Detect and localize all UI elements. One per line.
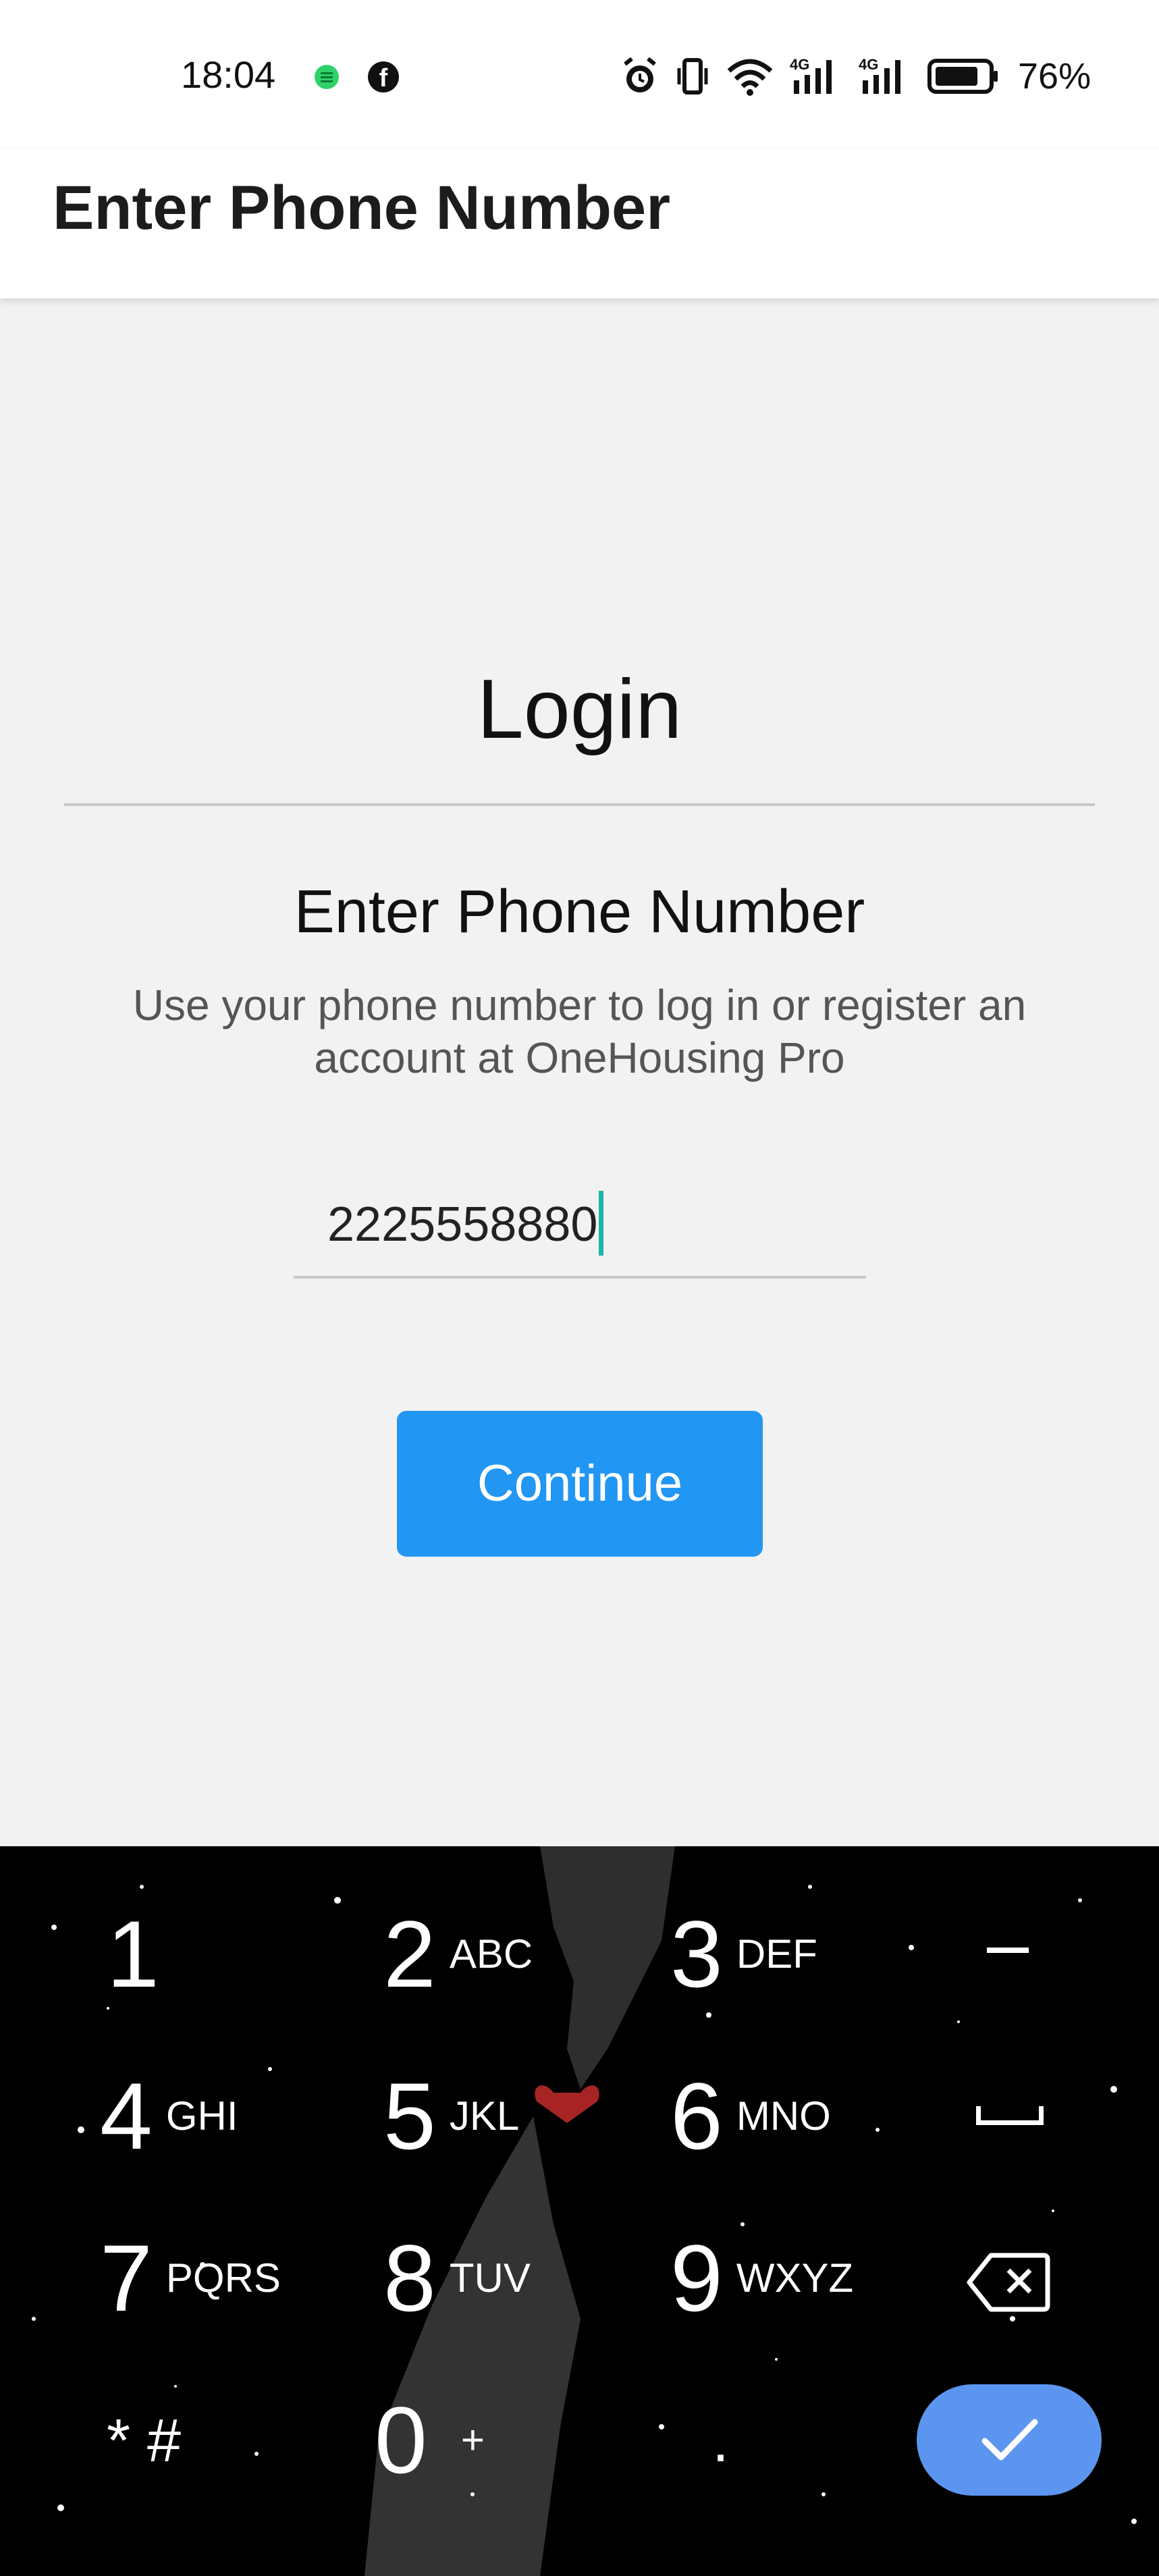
key-3[interactable]: 3 DEF — [670, 1907, 817, 2002]
spotify-icon — [315, 65, 339, 89]
key-dash[interactable] — [987, 1948, 1029, 1953]
alarm-icon — [624, 57, 656, 92]
continue-button[interactable]: Continue — [397, 1411, 763, 1557]
status-time: 18:04 — [181, 53, 276, 96]
key-5[interactable]: 5 JKL — [383, 2069, 519, 2164]
facebook-icon: f — [368, 61, 399, 92]
svg-text:4G: 4G — [859, 56, 878, 73]
signal-4g-icon: 4G — [790, 56, 832, 94]
page-title: Enter Phone Number — [53, 173, 671, 242]
battery-icon — [927, 59, 998, 94]
enter-phone-heading: Enter Phone Number — [294, 878, 865, 946]
key-2[interactable]: 2 ABC — [383, 1907, 533, 2002]
confirm-button[interactable] — [917, 2384, 1102, 2496]
key-4[interactable]: 4 GHI — [100, 2069, 238, 2164]
key-8[interactable]: 8 TUV — [383, 2231, 531, 2326]
signal-4g-icon: 4G — [859, 56, 900, 94]
key-space[interactable] — [976, 2106, 1044, 2125]
phone-number-input[interactable]: 2225558880 — [294, 1181, 866, 1279]
status-bar: 18:04 f 4G 4G 76% — [0, 0, 1159, 149]
vibrate-icon — [677, 58, 708, 95]
battery-percent: 76% — [1018, 56, 1091, 97]
divider — [64, 803, 1095, 806]
backspace-icon[interactable] — [967, 2251, 1050, 2313]
key-0[interactable]: 0 + — [375, 2393, 485, 2488]
key-dot[interactable]: . — [712, 2407, 729, 2476]
key-1[interactable]: 1 — [107, 1907, 159, 2002]
text-cursor — [599, 1191, 604, 1256]
numeric-keyboard: 1 2 ABC 3 DEF 4 GHI 5 JKL 6 MNO 7 PQRS 8 TUV 9W… — [0, 1846, 1159, 2576]
wifi-icon — [727, 59, 773, 96]
key-star-hash[interactable]: * # — [107, 2407, 181, 2476]
checkmark-icon — [981, 2419, 1038, 2461]
login-heading: Login — [477, 663, 682, 756]
status-icons: 4G 4G 76% — [621, 53, 1091, 100]
login-description: Use your phone number to log in or regis… — [132, 981, 1027, 1082]
phone-input-value[interactable]: 2225558880 — [327, 1191, 604, 1256]
svg-text:4G: 4G — [790, 56, 809, 73]
key-6[interactable]: 6 MNO — [670, 2069, 831, 2164]
key-9[interactable]: 9 WXYZ — [670, 2231, 853, 2326]
key-7[interactable]: 7 PQRS — [100, 2231, 281, 2326]
app-bar: Enter Phone Number — [0, 149, 1159, 298]
